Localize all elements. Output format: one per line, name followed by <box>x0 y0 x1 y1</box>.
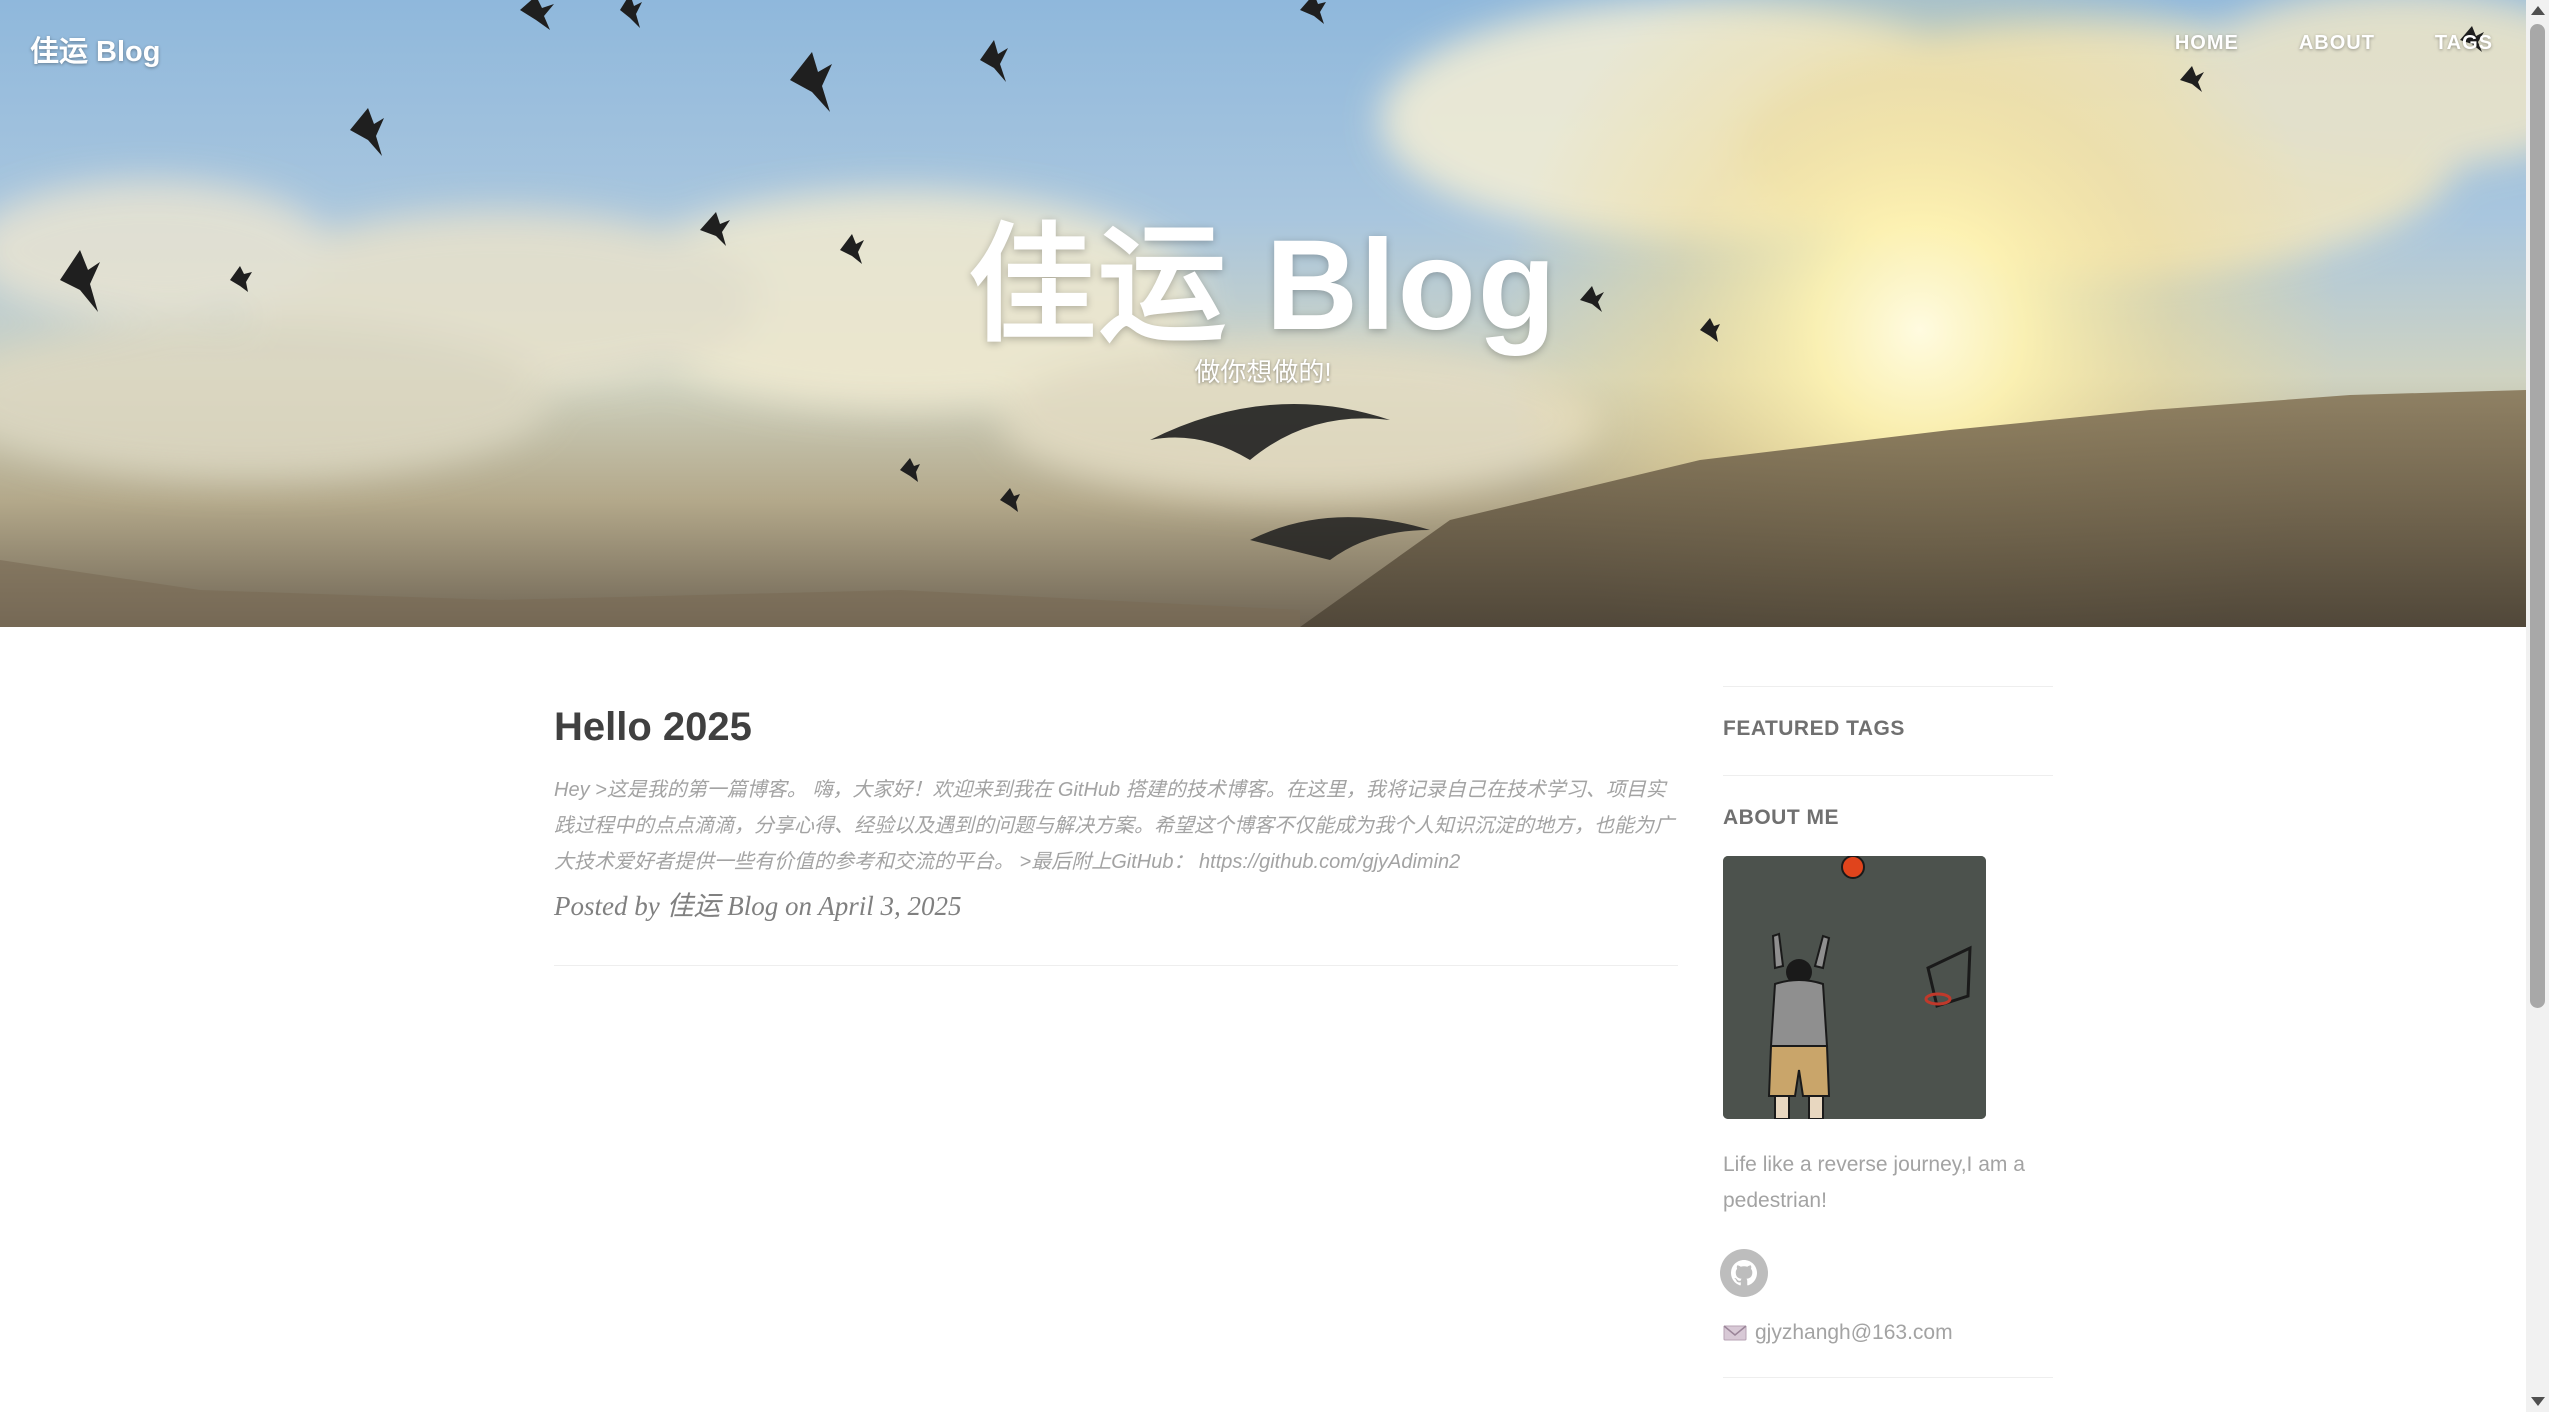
post-preview[interactable]: Hello 2025 Hey >这是我的第一篇博客。 嗨，大家好！欢迎来到我在 … <box>554 700 1678 923</box>
page-scrollbar[interactable] <box>2526 0 2549 1412</box>
post-title[interactable]: Hello 2025 <box>554 700 1678 754</box>
site-heading: 佳运 Blog 做你想做的! <box>0 216 2526 389</box>
sidebar-divider <box>1723 1377 2053 1378</box>
nav-tags[interactable]: TAGS <box>2435 32 2493 55</box>
nav-home[interactable]: HOME <box>2175 32 2239 55</box>
email-address[interactable]: gjyzhangh@163.com <box>1755 1321 1953 1345</box>
avatar-illustration <box>1723 856 1986 1119</box>
site-brand-link[interactable]: 佳运 Blog <box>30 28 161 70</box>
site-title: 佳运 Blog <box>968 214 1558 357</box>
hero-banner: 佳运 Blog HOME ABOUT TAGS 佳运 Blog 做你想做的! <box>0 0 2526 627</box>
mail-icon <box>1723 1325 1747 1341</box>
post-meta: Posted by 佳运 Blog on April 3, 2025 <box>554 891 962 921</box>
sidebar-divider <box>1723 686 2053 687</box>
email-row[interactable]: gjyzhangh@163.com <box>1723 1321 2053 1345</box>
scroll-up-arrow-icon[interactable] <box>2531 6 2545 15</box>
github-icon <box>1731 1260 1757 1286</box>
main-nav: HOME ABOUT TAGS <box>2175 32 2526 55</box>
scrollbar-thumb[interactable] <box>2530 24 2545 1008</box>
sidebar: FEATURED TAGS ABOUT ME Life like a rever… <box>1720 686 2053 1378</box>
featured-tags-heading: FEATURED TAGS <box>1723 717 1905 740</box>
scroll-down-arrow-icon[interactable] <box>2531 1397 2545 1406</box>
nav-about[interactable]: ABOUT <box>2299 32 2375 55</box>
post-divider <box>554 965 1678 966</box>
github-link[interactable] <box>1720 1249 1768 1297</box>
post-excerpt: Hey >这是我的第一篇博客。 嗨，大家好！欢迎来到我在 GitHub 搭建的技… <box>554 779 1674 873</box>
about-text: Life like a reverse journey,I am a pedes… <box>1723 1153 2025 1212</box>
about-me-heading: ABOUT ME <box>1723 806 1839 829</box>
sidebar-divider <box>1723 775 2053 776</box>
avatar <box>1723 856 1986 1119</box>
site-subtitle: 做你想做的! <box>1194 357 1332 387</box>
